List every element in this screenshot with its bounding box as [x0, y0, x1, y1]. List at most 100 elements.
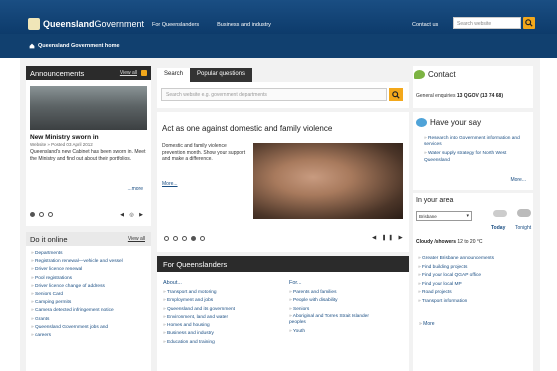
in-your-area-title: In your area: [416, 197, 454, 204]
main-search-input[interactable]: Search website e.g. government departmen…: [161, 88, 387, 101]
announcements-panel: Announcements View all New Ministry swor…: [26, 66, 151, 226]
list-item[interactable]: Environment, land and water: [163, 314, 235, 322]
list-item[interactable]: People with disability: [289, 297, 381, 305]
top-nav: For Queenslanders Business and industry: [152, 22, 271, 28]
list-item[interactable]: Water supply strategy for North West Que…: [424, 151, 529, 163]
site-logo[interactable]: QueenslandGovernment: [28, 16, 144, 32]
search-tabs: Search Popular questions: [157, 68, 253, 82]
weather-forecast: Cloudy /showers 12 to 20 °C: [416, 239, 483, 245]
announcement-body: Queensland's new Cabinet has been sworn …: [30, 149, 146, 162]
pager-dot[interactable]: [164, 236, 169, 241]
list-item[interactable]: Pool registrations: [31, 275, 146, 283]
rain-cloud-icon: [517, 209, 531, 217]
for-column: For... Parents and families People with …: [289, 280, 381, 336]
list-item[interactable]: Registration renewal—vehicle and vessel: [31, 258, 146, 266]
announcements-header: Announcements View all: [26, 66, 151, 80]
do-it-online-list: Departments Registration renewal—vehicle…: [26, 246, 151, 344]
speech-bubble-icon: [414, 70, 425, 79]
list-item[interactable]: Research into Government information and…: [424, 136, 529, 148]
top-search-input[interactable]: Search website: [453, 17, 521, 29]
for-heading: For...: [289, 280, 302, 286]
for-queenslanders-panel: For Queenslanders About... Transport and…: [157, 256, 409, 371]
search-icon: [525, 19, 533, 27]
tab-tonight[interactable]: Tonight: [515, 225, 531, 231]
pager-dot[interactable]: [182, 236, 187, 241]
have-your-say-title: Have your say: [416, 118, 481, 127]
list-item[interactable]: Find your local QGAP office: [418, 272, 494, 281]
do-it-online-view-all[interactable]: View all: [128, 236, 145, 242]
list-item[interactable]: Find your local MP: [418, 281, 494, 290]
list-item[interactable]: Camera detected infringement notice: [31, 307, 146, 315]
pager-dot[interactable]: [173, 236, 178, 241]
list-item[interactable]: careers: [31, 332, 146, 340]
have-your-say-list: Research into Government information and…: [424, 136, 529, 167]
crest-icon: [28, 18, 40, 30]
list-item[interactable]: Find building projects: [418, 264, 494, 273]
rss-icon[interactable]: [141, 70, 147, 76]
list-item[interactable]: Business and industry: [163, 330, 235, 338]
contact-title: Contact: [414, 70, 456, 79]
nav-for-queenslanders[interactable]: For Queenslanders: [152, 22, 199, 28]
list-item[interactable]: Transport information: [418, 298, 494, 307]
feature-pager: [164, 236, 205, 241]
feature-more-link[interactable]: More...: [162, 181, 178, 187]
pager-dot[interactable]: [39, 212, 44, 217]
announcement-more-link[interactable]: ...more: [127, 186, 143, 192]
do-it-online-panel: Do it online View all Departments Regist…: [26, 232, 151, 371]
list-item[interactable]: Queensland Government jobs and: [31, 324, 146, 332]
ministry-photo[interactable]: [30, 86, 147, 130]
home-link[interactable]: Queensland Government home: [29, 43, 120, 49]
list-item[interactable]: Seniors Card: [31, 291, 146, 299]
in-your-area-panel: In your area Brisbane Today Tonight Clou…: [413, 193, 533, 371]
list-item[interactable]: Queensland and its government: [163, 306, 235, 314]
location-select[interactable]: Brisbane: [416, 211, 472, 221]
list-item[interactable]: Seniors: [289, 306, 381, 314]
announcements-view-all[interactable]: View all: [120, 70, 137, 76]
tab-search[interactable]: Search: [157, 68, 191, 82]
list-item[interactable]: Departments: [31, 250, 146, 258]
nav-business-industry[interactable]: Business and industry: [217, 22, 271, 28]
cloud-icon: [493, 210, 507, 217]
list-item[interactable]: Parents and families: [289, 289, 381, 297]
list-item[interactable]: Aboriginal and Torres Strait Islander pe…: [289, 314, 381, 326]
list-item[interactable]: Camping permits: [31, 299, 146, 307]
list-item[interactable]: Homes and housing: [163, 322, 235, 330]
search-icon: [392, 90, 400, 99]
pager-dot[interactable]: [30, 212, 35, 217]
list-item[interactable]: Employment and jobs: [163, 297, 235, 305]
list-item[interactable]: Youth: [289, 328, 381, 336]
area-more-link[interactable]: More: [419, 321, 434, 327]
list-item[interactable]: Grants: [31, 316, 146, 324]
list-item[interactable]: Road projects: [418, 289, 494, 298]
do-it-online-header: Do it online View all: [26, 232, 151, 246]
tab-today[interactable]: Today: [491, 225, 505, 231]
main-search-button[interactable]: [389, 88, 403, 101]
contact-us-link[interactable]: Contact us: [412, 22, 438, 28]
tab-popular-questions[interactable]: Popular questions: [190, 68, 253, 82]
top-search-button[interactable]: [523, 17, 535, 29]
pager-dot[interactable]: [191, 236, 196, 241]
announcement-meta: Website » Posted 03 April 2012: [30, 142, 93, 147]
home-icon: [29, 43, 35, 49]
list-item[interactable]: Transport and motoring: [163, 289, 235, 297]
have-your-say-more[interactable]: More...: [510, 177, 526, 183]
announcement-arrows[interactable]: ◀ ◎ ▶: [120, 212, 145, 218]
list-item[interactable]: Greater Brisbane announcements: [418, 255, 494, 264]
feature-title[interactable]: Act as one against domestic and family v…: [162, 124, 332, 133]
for-queenslanders-header: For Queenslanders: [157, 256, 409, 272]
chat-bubble-icon: [416, 118, 427, 127]
list-item[interactable]: Driver licence change of address: [31, 283, 146, 291]
area-links: Greater Brisbane announcements Find buil…: [418, 255, 494, 306]
general-enquiries: General enquiries 13 QGOV (13 74 68): [416, 93, 503, 99]
pager-dot[interactable]: [200, 236, 205, 241]
about-column: About... Transport and motoring Employme…: [163, 280, 235, 347]
announcement-pager: [30, 212, 53, 217]
feature-arrows[interactable]: ◀ ❚❚ ▶: [372, 235, 405, 241]
pager-dot[interactable]: [48, 212, 53, 217]
list-item[interactable]: Education and training: [163, 339, 235, 347]
feature-photo[interactable]: [253, 143, 403, 219]
list-item[interactable]: Driver licence renewal: [31, 266, 146, 274]
logo-text: QueenslandGovernment: [43, 19, 145, 29]
about-heading: About...: [163, 280, 182, 286]
announcement-title[interactable]: New Ministry sworn in: [30, 134, 147, 141]
